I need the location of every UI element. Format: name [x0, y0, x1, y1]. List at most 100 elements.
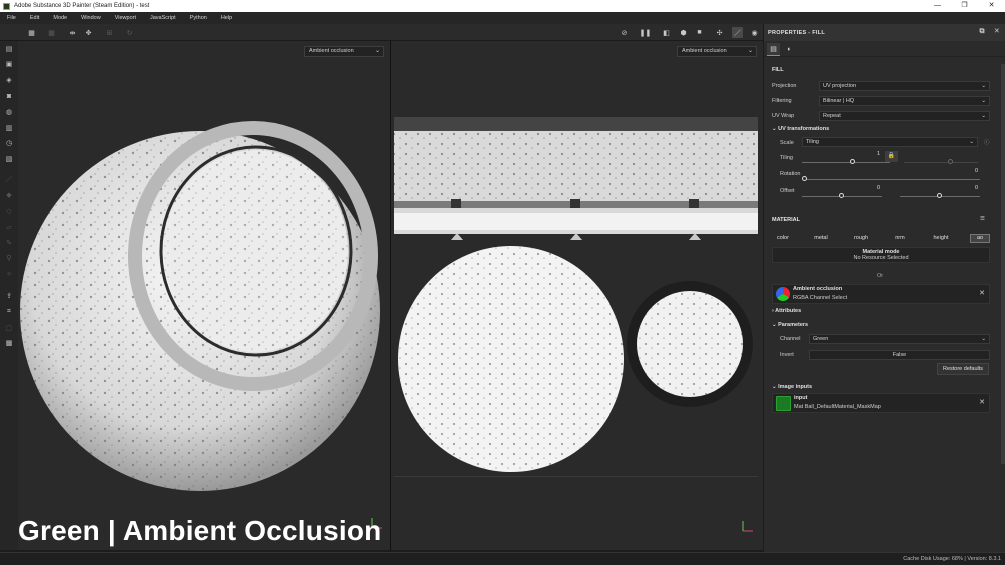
channel-chip-height[interactable]: height [928, 234, 954, 243]
tiling-slider-v-knob[interactable] [948, 159, 953, 164]
minimize-button[interactable]: — [924, 0, 951, 12]
uvwrap-value: Repeat [823, 113, 841, 119]
channel-chip-metal[interactable]: metal [810, 234, 832, 243]
add-icon[interactable]: ⊞ [104, 27, 115, 38]
channel-chip-rough[interactable]: rough [850, 234, 872, 243]
fill-section-title: FILL [772, 67, 784, 73]
tiling-slider-u-knob[interactable] [850, 159, 855, 164]
viewport-3d-channel-dropdown[interactable]: Ambient occlusion ⌄ [304, 46, 384, 57]
projection-tool-icon[interactable]: ◇ [4, 206, 14, 216]
clone-icon[interactable]: ⚲ [4, 253, 14, 263]
menu-help[interactable]: Help [214, 15, 239, 21]
history-icon[interactable]: ↻ [124, 27, 135, 38]
channel-chip-color[interactable]: color [772, 234, 794, 243]
menu-edit[interactable]: Edit [23, 15, 46, 21]
uv-transformations-header[interactable]: ⌄ UV transformations [772, 126, 829, 132]
info-icon[interactable]: ⓘ [984, 138, 990, 146]
measure-icon[interactable]: ⌗ [4, 307, 14, 317]
filtering-select[interactable]: Bilinear | HQ ⌄ [819, 96, 990, 106]
undock-icon[interactable]: ⧉ [980, 28, 985, 35]
rotation-slider[interactable] [804, 179, 980, 180]
bake-icon[interactable]: ◙ [4, 91, 14, 101]
grid-icon[interactable]: ▦ [26, 27, 37, 38]
offset-x-knob[interactable] [839, 193, 844, 198]
projection-select[interactable]: UV projection ⌄ [819, 81, 990, 91]
picker-icon[interactable]: ✧ [4, 269, 14, 279]
camera-icon[interactable]: ■ [694, 27, 705, 38]
properties-header: PROPERTIES - FILL ⧉ ✕ [764, 24, 1005, 41]
channel-chip-nrm[interactable]: nrm [890, 234, 910, 243]
invert-toggle[interactable]: False [809, 350, 990, 360]
smudge-icon[interactable]: ✎ [4, 238, 14, 248]
viewport-2d-channel-dropdown[interactable]: Ambient occlusion ⌄ [677, 46, 757, 57]
tab-material[interactable]: ◐ [783, 43, 796, 56]
uvwrap-select[interactable]: Repeat ⌄ [819, 111, 990, 121]
chevron-down-icon: ⌄ [981, 113, 986, 119]
attributes-header[interactable]: › Attributes [772, 308, 801, 314]
brush-icon[interactable]: ／ [732, 27, 743, 38]
stack-icon[interactable]: ◈ [4, 75, 14, 85]
rotation-slider-knob[interactable] [802, 176, 807, 181]
symmetry-icon[interactable]: ⇹ [67, 27, 78, 38]
grid-alt-icon[interactable]: ▦ [46, 27, 57, 38]
eraser-icon[interactable]: ◆ [4, 190, 14, 200]
texture-set-icon[interactable]: ▣ [4, 59, 14, 69]
restore-defaults-button[interactable]: Restore defaults [937, 363, 989, 375]
move-icon[interactable]: ✣ [714, 27, 725, 38]
maximize-button[interactable]: ❐ [951, 0, 978, 12]
channel-select[interactable]: Green ⌄ [809, 334, 990, 344]
parameters-header[interactable]: ⌄ Parameters [772, 322, 808, 328]
visibility-icon[interactable]: ⊘ [619, 27, 630, 38]
align-icon[interactable]: ✥ [83, 27, 94, 38]
material-section-title: MATERIAL [772, 217, 801, 223]
path-icon[interactable]: ▢ [4, 323, 14, 333]
menu-python[interactable]: Python [183, 15, 214, 21]
history-panel-icon[interactable]: ◷ [4, 138, 14, 148]
menu-file[interactable]: File [0, 15, 23, 21]
info-icon[interactable]: ▩ [4, 338, 14, 348]
image-input-title: input [794, 395, 808, 401]
tab-fill-properties[interactable]: ▤ [767, 43, 780, 56]
lock-icon[interactable]: 🔒 [885, 151, 898, 162]
rgba-channel-icon [776, 287, 790, 301]
polygon-fill-icon[interactable]: ▱ [4, 222, 14, 232]
material-options-icon[interactable]: ☰ [980, 216, 985, 222]
scale-select[interactable]: Tiling ⌄ [802, 137, 978, 147]
offset-y-knob[interactable] [937, 193, 942, 198]
tiling-slider-u[interactable] [802, 162, 890, 163]
image-input-slot[interactable]: input Mat Ball_DefaultMaterial_MaskMap ✕ [772, 393, 990, 413]
remove-input-icon[interactable]: ✕ [979, 398, 985, 406]
chevron-down-icon: ⌄ [747, 48, 753, 54]
log-icon[interactable]: ▧ [4, 154, 14, 164]
environment-icon[interactable]: ◍ [4, 107, 14, 117]
viewport-2d[interactable]: Ambient occlusion ⌄ [391, 41, 763, 550]
pause-icon[interactable]: ❚❚ [640, 27, 652, 38]
title-bar: Adobe Substance 3D Painter (Steam Editio… [0, 0, 1005, 12]
remove-resource-icon[interactable]: ✕ [979, 289, 985, 297]
shelf-icon[interactable]: ▥ [4, 123, 14, 133]
invert-value: False [892, 352, 907, 358]
image-inputs-header[interactable]: ⌄ Image inputs [772, 384, 812, 390]
menu-viewport[interactable]: Viewport [108, 15, 143, 21]
chevron-down-icon: ⌄ [772, 384, 777, 390]
properties-scrollbar[interactable] [1001, 64, 1005, 464]
close-button[interactable]: ✕ [978, 0, 1005, 12]
export-icon[interactable]: ⇪ [4, 291, 14, 301]
menu-javascript[interactable]: JavaScript [143, 15, 183, 21]
resource-ambient-occlusion[interactable]: Ambient occlusion RGBA Channel Select ✕ [772, 284, 990, 304]
viewport-3d[interactable]: Ambient occlusion ⌄ [18, 41, 390, 550]
offset-label: Offset [780, 188, 795, 194]
cube-icon[interactable]: ⬢ [678, 27, 689, 38]
channel-chip-ao[interactable]: ao [970, 234, 990, 243]
menu-window[interactable]: Window [74, 15, 108, 21]
menu-mode[interactable]: Mode [46, 15, 74, 21]
uvwrap-label: UV Wrap [772, 113, 795, 119]
material-mode-box[interactable]: Material mode No Resource Selected [772, 247, 990, 263]
view-mode-icon[interactable]: ◧ [661, 27, 672, 38]
screenshot-icon[interactable]: ◉ [749, 27, 760, 38]
paint-brush-icon[interactable]: ／ [4, 174, 14, 184]
layers-icon[interactable]: ▤ [4, 44, 14, 54]
tiling-slider-v[interactable] [904, 162, 978, 163]
chevron-down-icon: ⌄ [981, 336, 986, 342]
close-panel-icon[interactable]: ✕ [994, 28, 1000, 35]
